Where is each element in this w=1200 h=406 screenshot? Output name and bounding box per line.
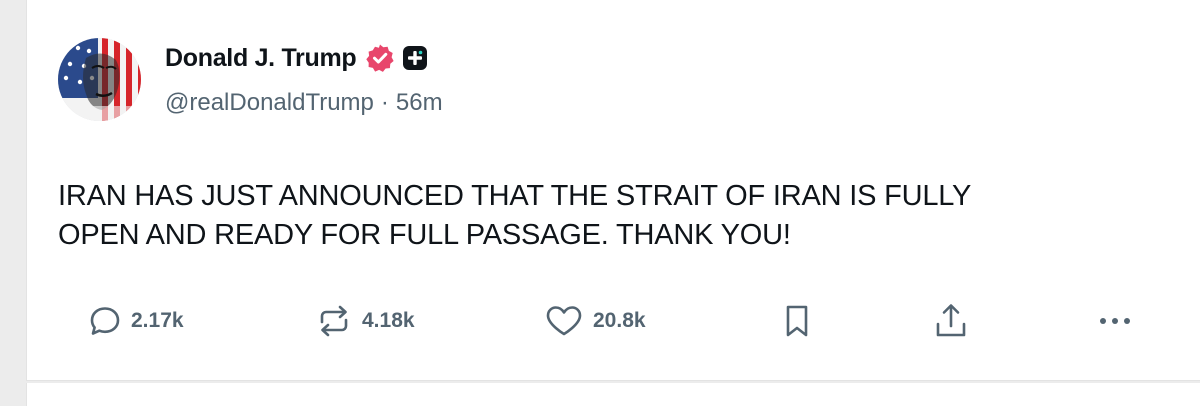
reply-button[interactable]: 2.17k xyxy=(88,298,184,344)
post-text-line: OPEN AND READY FOR FULL PASSAGE. THANK Y… xyxy=(58,219,791,251)
repost-button[interactable]: 4.18k xyxy=(315,298,415,344)
share-button[interactable] xyxy=(933,298,969,344)
avatar[interactable] xyxy=(58,38,141,121)
more-options-button[interactable] xyxy=(1096,298,1134,344)
repost-arrows-icon xyxy=(320,305,348,337)
avatar-flag-portrait-icon xyxy=(58,38,141,121)
post-body: IRAN HAS JUST ANNOUNCED THAT THE STRAIT … xyxy=(58,177,1138,255)
more-dots-icon xyxy=(1100,318,1130,324)
like-count: 20.8k xyxy=(593,309,646,332)
heart-icon xyxy=(546,306,582,336)
separator-dot: · xyxy=(380,89,389,116)
post-actions-bar: 2.17k 4.18k 20.8k xyxy=(27,298,1200,344)
author-name-row: Donald J. Trump xyxy=(165,40,428,76)
bookmark-icon xyxy=(786,305,808,337)
author-handle-row: @realDonaldTrump · 56m xyxy=(165,89,443,117)
author-display-name[interactable]: Donald J. Trump xyxy=(165,44,357,73)
plus-badge-icon xyxy=(403,46,428,70)
reply-bubble-icon xyxy=(90,307,120,335)
repost-count: 4.18k xyxy=(362,309,415,332)
author-handle[interactable]: @realDonaldTrump xyxy=(165,89,374,117)
reply-count: 2.17k xyxy=(131,309,184,332)
next-post-card[interactable] xyxy=(26,383,1200,406)
post-text-line: IRAN HAS JUST ANNOUNCED THAT THE STRAIT … xyxy=(58,180,972,212)
post-timestamp[interactable]: 56m xyxy=(396,89,443,117)
bookmark-button[interactable] xyxy=(782,298,812,344)
like-button[interactable]: 20.8k xyxy=(544,298,646,344)
share-upload-icon xyxy=(936,304,966,337)
verified-badge-icon xyxy=(366,44,394,72)
post-card[interactable]: Donald J. Trump @realDonaldTrump · 56m I… xyxy=(26,0,1200,381)
